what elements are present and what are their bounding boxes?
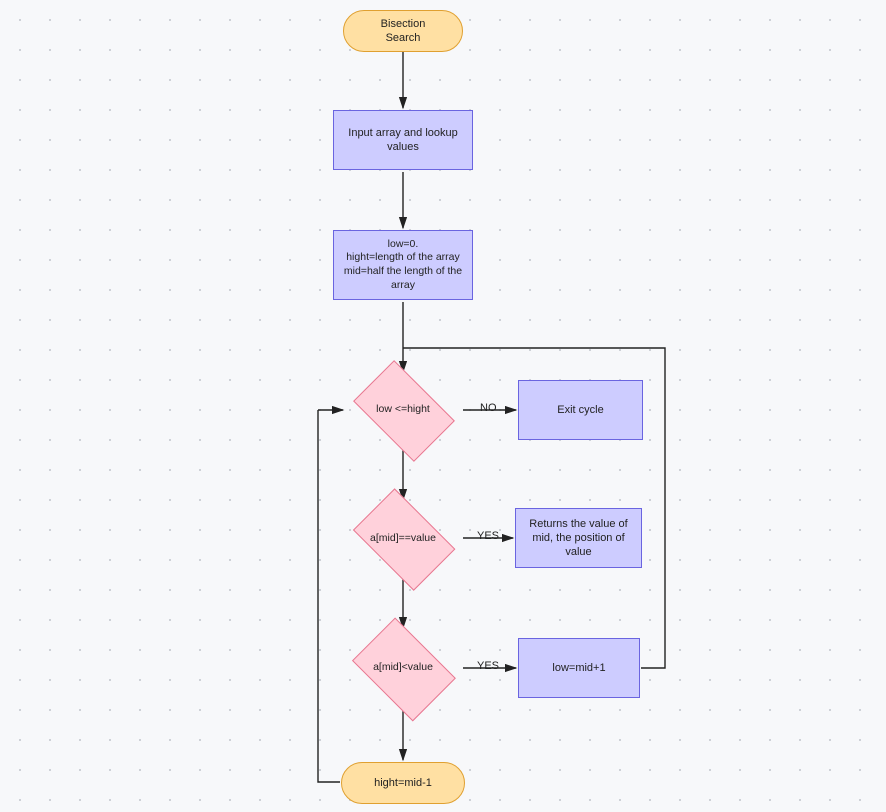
edge-label-yes-2: YES: [477, 530, 499, 542]
input-process[interactable]: Input array and lookup values: [333, 110, 473, 170]
return-process[interactable]: Returns the value of mid, the position o…: [515, 508, 642, 568]
decision-low-le-hight[interactable]: low <=hight: [343, 370, 463, 450]
lowinc-label: low=mid+1: [552, 661, 605, 675]
start-label: Bisection Search: [381, 17, 426, 46]
decision-mid-eq-value[interactable]: a[mid]==value: [343, 498, 463, 580]
start-terminator[interactable]: Bisection Search: [343, 10, 463, 52]
exit-label: Exit cycle: [557, 403, 603, 417]
hightdec-terminator[interactable]: hight=mid-1: [341, 762, 465, 804]
edge-label-yes-3: YES: [477, 660, 499, 672]
exit-process[interactable]: Exit cycle: [518, 380, 643, 440]
hightdec-label: hight=mid-1: [374, 776, 432, 790]
decision-mid-lt-value[interactable]: a[mid]<value: [343, 626, 463, 710]
decision2-label: a[mid]==value: [370, 532, 436, 545]
decision1-label: low <=hight: [376, 403, 430, 416]
lowinc-process[interactable]: low=mid+1: [518, 638, 640, 698]
init-process[interactable]: low=0. hight=length of the array mid=hal…: [333, 230, 473, 300]
return-label: Returns the value of mid, the position o…: [522, 517, 635, 560]
flowchart-canvas: Bisection Search Input array and lookup …: [0, 0, 886, 812]
edge-label-no: NO: [480, 402, 497, 414]
input-label: Input array and lookup values: [340, 126, 466, 155]
init-label: low=0. hight=length of the array mid=hal…: [340, 238, 466, 293]
decision3-label: a[mid]<value: [373, 661, 433, 674]
